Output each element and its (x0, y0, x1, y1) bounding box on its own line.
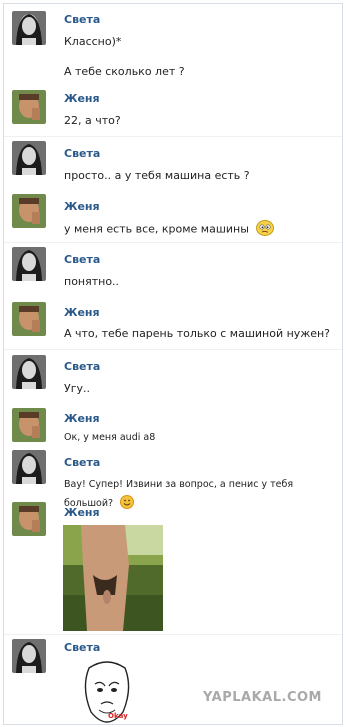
sender-name[interactable]: Света (64, 13, 100, 26)
sender-name[interactable]: Женя (64, 306, 100, 319)
attached-photo[interactable] (63, 525, 163, 631)
chat-window: Света Классно)* А тебе сколько лет ? Жен… (3, 3, 343, 725)
avatar-sveta[interactable] (12, 639, 46, 673)
confused-emoji-icon (256, 220, 275, 239)
watermark: YAPLAKAL.COM (203, 690, 322, 705)
sender-name[interactable]: Женя (64, 506, 100, 519)
sender-name[interactable]: Света (64, 147, 100, 160)
avatar-sveta[interactable] (12, 355, 46, 389)
avatar-zhenya[interactable] (12, 90, 46, 124)
divider (4, 349, 342, 350)
avatar-sveta[interactable] (12, 247, 46, 281)
sender-name[interactable]: Женя (64, 92, 100, 105)
avatar-zhenya[interactable] (12, 194, 46, 228)
avatar-sveta[interactable] (12, 141, 46, 175)
sender-name[interactable]: Света (64, 360, 100, 373)
sender-name[interactable]: Женя (64, 200, 100, 213)
avatar-zhenya[interactable] (12, 502, 46, 536)
sender-name[interactable]: Света (64, 641, 100, 654)
sender-name[interactable]: Женя (64, 412, 100, 425)
message-text: А что, тебе парень только с машиной нуже… (64, 327, 331, 340)
avatar-sveta[interactable] (12, 450, 46, 484)
message-text: 22, а что? (64, 114, 121, 127)
meme-caption: Okay (108, 712, 128, 720)
message-text: просто.. а у тебя машина есть ? (64, 169, 250, 182)
divider (4, 242, 342, 243)
message-text: А тебе сколько лет ? (64, 65, 185, 78)
message-text: Классно)* (64, 35, 122, 48)
sender-name[interactable]: Света (64, 456, 100, 469)
message-text-content: у меня есть все, кроме машины (64, 222, 249, 236)
message-text: у меня есть все, кроме машины (64, 220, 275, 239)
sender-name[interactable]: Света (64, 253, 100, 266)
message-text: Вау! Супер! Извини за вопрос, а пенис у … (64, 479, 294, 490)
divider (4, 634, 342, 635)
message-text: Угу.. (64, 382, 90, 395)
smile-emoji-icon (120, 495, 135, 512)
message-text: Ок, у меня audi a8 (64, 432, 156, 443)
message-text: понятно.. (64, 275, 120, 288)
avatar-zhenya[interactable] (12, 302, 46, 336)
divider (4, 136, 342, 137)
avatar-sveta[interactable] (12, 11, 46, 45)
avatar-zhenya[interactable] (12, 408, 46, 442)
